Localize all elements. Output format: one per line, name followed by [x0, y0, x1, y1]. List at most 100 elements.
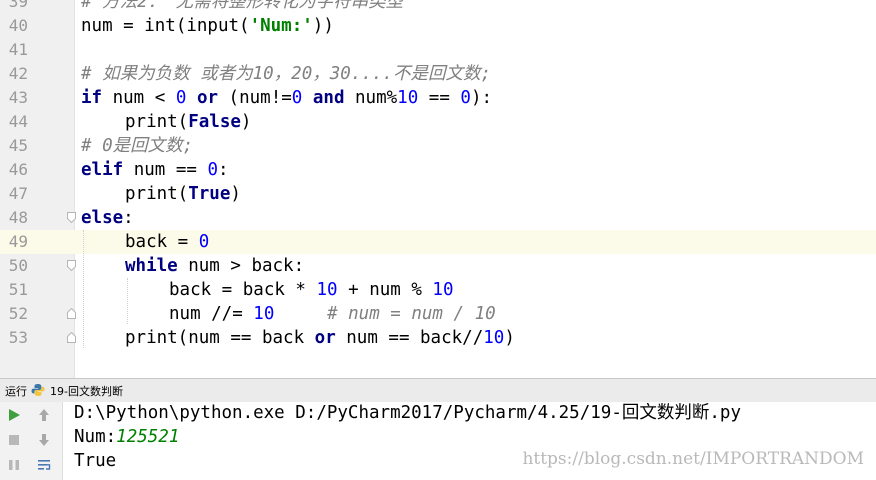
- code-token: :: [123, 208, 134, 228]
- watermark: https://blog.csdn.net/IMPORTRANDOM: [522, 449, 864, 469]
- code-token: # num = num / 10: [327, 304, 496, 324]
- scroll-down-icon[interactable]: [36, 432, 52, 448]
- code-token: elif: [81, 160, 124, 180]
- indent-guide: [127, 278, 128, 324]
- code-token: print(: [125, 184, 189, 204]
- code-line[interactable]: 48 else:: [0, 206, 876, 230]
- code-token: and: [312, 88, 345, 108]
- code-token: 10: [316, 280, 338, 300]
- code-token: num //=: [169, 304, 254, 324]
- rerun-icon[interactable]: [6, 407, 22, 423]
- run-config-tab[interactable]: 19-回文数判断: [50, 383, 123, 399]
- code-line[interactable]: 43 if num < 0 or (num!=0 and num%10 == 0)…: [0, 86, 876, 110]
- fold-open-icon[interactable]: [67, 260, 76, 271]
- code-token: ==: [418, 88, 461, 108]
- code-token: num == back//: [335, 328, 484, 348]
- line-number: 48: [8, 208, 28, 227]
- code-text[interactable]: if num < 0 or (num!=0 and num%10 == 0):: [81, 86, 492, 110]
- code-token: or: [196, 88, 219, 108]
- run-tool-window-header: 运行 19-回文数判断: [0, 378, 876, 403]
- code-editor[interactable]: 39 # 方法2： 无需将整形转化为字符串类型 40 num = int(input(…: [0, 0, 876, 378]
- line-number: 40: [8, 16, 28, 35]
- code-text[interactable]: num = int(input('Num:')): [81, 14, 334, 38]
- code-line[interactable]: 46 elif num == 0:: [0, 158, 876, 182]
- code-text[interactable]: back = back * 10 + num % 10: [169, 278, 454, 302]
- code-text[interactable]: num //= 10 # num = num / 10: [169, 302, 496, 326]
- code-token: back = back *: [169, 280, 317, 300]
- line-number: 41: [8, 40, 28, 59]
- code-token: ): [504, 328, 515, 348]
- code-line[interactable]: 47 print(True): [0, 182, 876, 206]
- line-number: 44: [8, 112, 28, 131]
- code-line[interactable]: 52 num //= 10 # num = num / 10: [0, 302, 876, 326]
- fold-end-icon[interactable]: [67, 332, 76, 343]
- code-token: print(num == back: [125, 328, 315, 348]
- line-number: 51: [8, 280, 28, 299]
- code-token: # 0是回文数;: [81, 136, 194, 156]
- console-user-input: 125521: [116, 427, 180, 447]
- scroll-up-icon[interactable]: [36, 407, 52, 423]
- code-token: # 方法2： 无需将整形转化为字符串类型: [81, 0, 404, 12]
- code-line[interactable]: 53 print(num == back or num == back//10): [0, 326, 876, 350]
- code-line[interactable]: 51 back = back * 10 + num % 10: [0, 278, 876, 302]
- line-number: 53: [8, 328, 28, 347]
- code-token: num = int(input(: [81, 16, 250, 36]
- console-input-line: Num:125521: [74, 425, 179, 449]
- code-text[interactable]: while num > back:: [125, 254, 304, 278]
- fold-open-icon[interactable]: [67, 212, 76, 223]
- code-token: while: [125, 256, 178, 276]
- code-token: else: [81, 208, 124, 228]
- console-toolbar: [0, 402, 63, 480]
- code-token: 0: [175, 88, 187, 108]
- stop-icon[interactable]: [6, 432, 22, 448]
- code-text[interactable]: print(True): [125, 182, 241, 206]
- console-output-line: True: [74, 451, 117, 471]
- code-token: True: [188, 184, 231, 204]
- console-prompt: Num:: [74, 427, 117, 447]
- code-text[interactable]: print(num == back or num == back//10): [125, 326, 515, 350]
- code-text[interactable]: print(False): [125, 110, 251, 134]
- code-token: 0: [460, 88, 471, 108]
- code-token: back =: [125, 232, 199, 252]
- fold-end-icon[interactable]: [67, 308, 76, 319]
- run-label: 运行: [5, 385, 27, 398]
- code-token: ): [230, 184, 241, 204]
- code-line[interactable]: 49 back = 0: [0, 230, 876, 254]
- code-line[interactable]: 41: [0, 38, 876, 62]
- console-command-line: D:\Python\python.exe D:/PyCharm2017/Pych…: [74, 403, 741, 423]
- indent-guide: [83, 230, 84, 348]
- line-number: 49: [8, 232, 28, 251]
- code-token: 0: [207, 160, 218, 180]
- code-text[interactable]: else:: [81, 206, 134, 230]
- code-line[interactable]: 40 num = int(input('Num:')): [0, 14, 876, 38]
- run-console[interactable]: D:\Python\python.exe D:/PyCharm2017/Pych…: [0, 402, 876, 480]
- line-number: 46: [8, 160, 28, 179]
- code-token: )): [312, 16, 334, 36]
- code-text[interactable]: elif num == 0:: [81, 158, 229, 182]
- code-token: ): [240, 112, 252, 132]
- code-text[interactable]: # 如果为负数 或者为10，20，30....不是回文数;: [81, 62, 491, 86]
- code-token: or: [314, 328, 336, 348]
- code-line[interactable]: 45 # 0是回文数;: [0, 134, 876, 158]
- python-icon: [31, 384, 45, 396]
- code-token: False: [188, 112, 241, 132]
- code-text[interactable]: # 方法2： 无需将整形转化为字符串类型: [81, 0, 403, 14]
- code-line[interactable]: 42 # 如果为负数 或者为10，20，30....不是回文数;: [0, 62, 876, 86]
- code-token: 10: [397, 88, 419, 108]
- code-text[interactable]: # 0是回文数;: [81, 134, 193, 158]
- soft-wrap-icon[interactable]: [36, 457, 52, 473]
- code-line[interactable]: 44 print(False): [0, 110, 876, 134]
- code-token: num ==: [123, 160, 208, 180]
- code-token: # 如果为负数 或者为10，20，30....不是回文数;: [81, 64, 492, 84]
- code-line[interactable]: 39 # 方法2： 无需将整形转化为字符串类型: [0, 0, 876, 14]
- code-token: 0: [198, 232, 210, 252]
- line-number: 50: [8, 256, 28, 275]
- code-text[interactable]: back = 0: [125, 230, 209, 254]
- code-token: 10: [432, 280, 454, 300]
- pause-icon[interactable]: [6, 457, 22, 473]
- code-token: num%: [344, 88, 398, 108]
- line-number: 45: [8, 136, 28, 155]
- code-line[interactable]: 50 while num > back:: [0, 254, 876, 278]
